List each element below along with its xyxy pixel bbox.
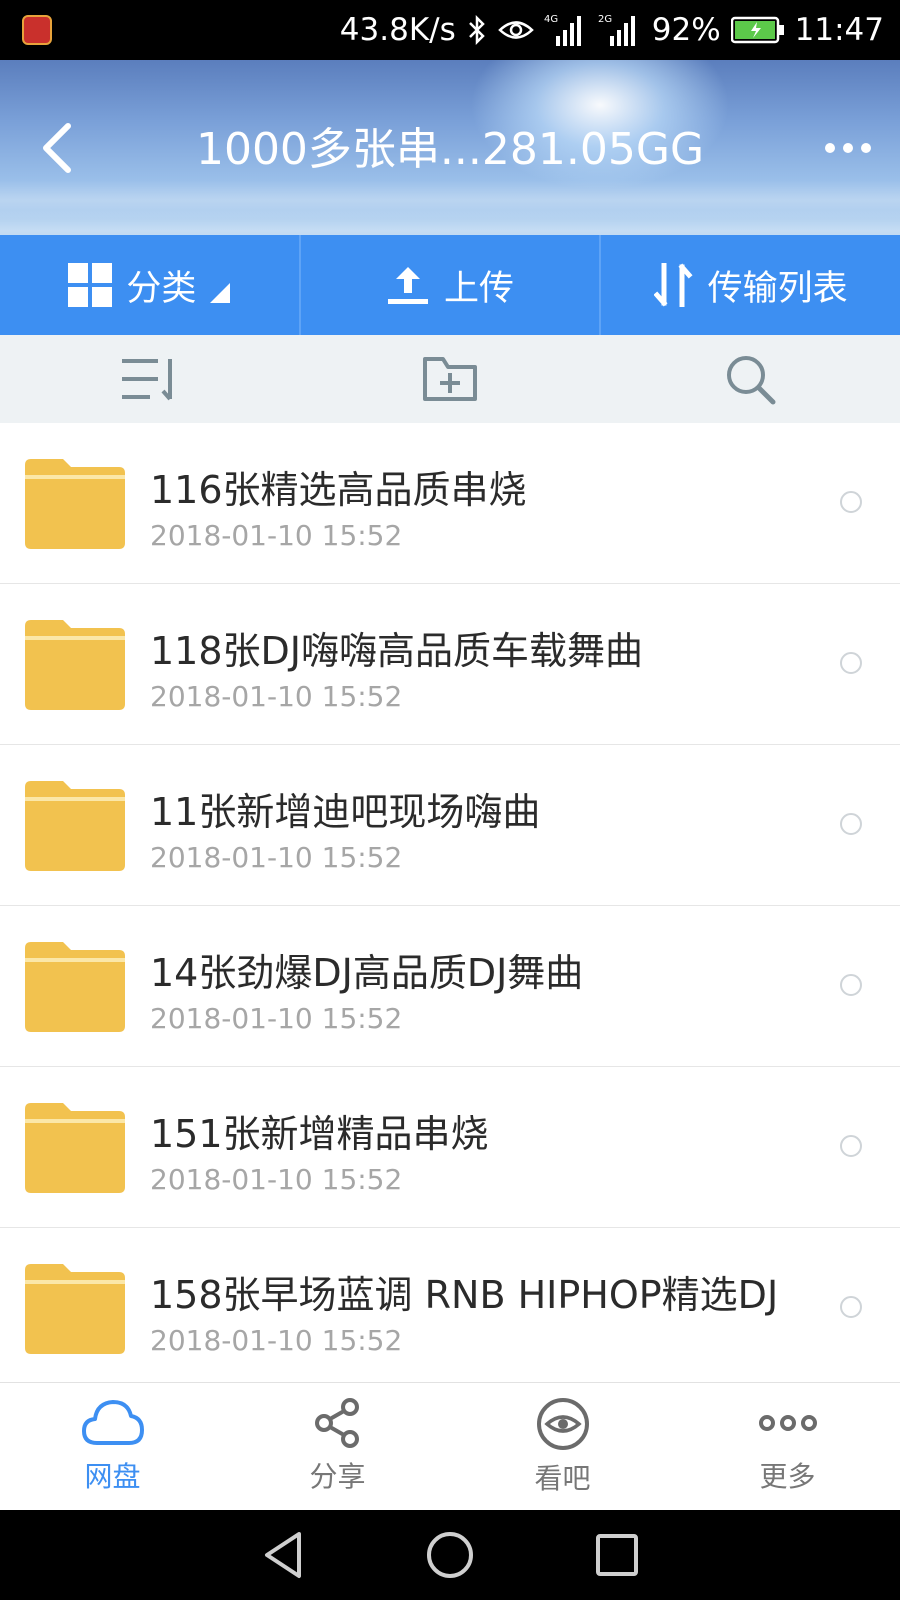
file-name: 118张DJ嗨嗨高品质车载舞曲: [150, 629, 643, 673]
network-type-2: 2G: [598, 14, 612, 25]
file-date: 2018-01-10 15:52: [150, 680, 403, 713]
nav-watch-label: 看吧: [534, 1462, 591, 1495]
transfer-list-button[interactable]: 传输列表: [601, 235, 900, 335]
back-button[interactable]: [36, 118, 86, 178]
nav-watch[interactable]: 看吧: [450, 1383, 675, 1511]
nav-share[interactable]: 分享: [225, 1383, 450, 1511]
battery-icon: [730, 16, 785, 44]
nav-share-label: 分享: [309, 1460, 366, 1493]
transfer-list-label: 传输列表: [707, 268, 848, 309]
nav-more-label: 更多: [759, 1460, 816, 1493]
category-label: 分类: [126, 268, 197, 309]
app-notification-icon: [22, 15, 52, 45]
signal-4g-icon: 4G: [544, 12, 588, 48]
sort-icon: [122, 359, 172, 401]
file-name: 116张精选高品质串烧: [150, 468, 527, 512]
file-name: 14张劲爆DJ高品质DJ舞曲: [150, 951, 584, 995]
status-bar-right: 43.8K/s 4G 2G 92% 11:47: [340, 0, 884, 60]
list-item[interactable]: 118张DJ嗨嗨高品质车载舞曲 2018-01-10 15:52: [0, 584, 900, 745]
search-icon: [727, 356, 776, 405]
folder-icon: [25, 781, 125, 871]
transfer-arrows-icon: [653, 263, 693, 307]
list-item[interactable]: 151张新增精品串烧 2018-01-10 15:52: [0, 1067, 900, 1228]
file-name: 151张新增精品串烧: [150, 1112, 489, 1156]
back-triangle-icon[interactable]: [261, 1530, 305, 1580]
list-item[interactable]: 14张劲爆DJ高品质DJ舞曲 2018-01-10 15:52: [0, 906, 900, 1067]
file-name: 11张新增迪吧现场嗨曲: [150, 790, 541, 834]
folder-icon: [25, 620, 125, 710]
signal-2g-icon: 2G: [598, 12, 642, 48]
new-folder-button[interactable]: [300, 335, 600, 423]
header-banner: 1000多张串...281.05GG: [0, 60, 900, 235]
system-navigation-bar: [0, 1510, 900, 1600]
more-options-button[interactable]: [818, 132, 878, 164]
list-item[interactable]: 116张精选高品质串烧 2018-01-10 15:52: [0, 423, 900, 584]
network-speed: 43.8K/s: [339, 12, 456, 48]
network-type-1: 4G: [544, 14, 558, 25]
more-circles-icon: [758, 1415, 817, 1431]
file-date: 2018-01-10 15:52: [150, 1163, 403, 1196]
select-checkbox[interactable]: [840, 491, 862, 513]
grid-icon: [68, 263, 113, 307]
file-date: 2018-01-10 15:52: [150, 519, 403, 552]
dropdown-triangle-icon: [210, 283, 231, 303]
more-dots-icon: [825, 143, 871, 153]
banner-wave: [0, 210, 900, 235]
upload-button[interactable]: 上传: [301, 235, 602, 335]
action-bar: [0, 335, 900, 423]
main-toolbar: 分类 上传 传输列表: [0, 235, 900, 335]
select-checkbox[interactable]: [840, 652, 862, 674]
cloud-icon: [81, 1400, 144, 1445]
share-icon: [314, 1398, 359, 1448]
nav-netdisk-label: 网盘: [84, 1460, 141, 1493]
bluetooth-icon: [466, 15, 488, 45]
eye-icon: [536, 1398, 589, 1450]
category-button[interactable]: 分类: [0, 235, 301, 335]
new-folder-icon: [423, 357, 477, 401]
nav-more[interactable]: 更多: [675, 1383, 900, 1511]
status-bar: 43.8K/s 4G 2G 92% 11:47: [0, 0, 900, 60]
clock: 11:47: [794, 12, 884, 48]
bottom-navigation: 网盘 分享 看吧 更多: [0, 1382, 900, 1511]
folder-icon: [25, 459, 125, 549]
upload-label: 上传: [444, 268, 515, 309]
folder-icon: [25, 1103, 125, 1193]
eye-care-icon: [497, 17, 534, 43]
sort-button[interactable]: [0, 335, 300, 423]
file-date: 2018-01-10 15:52: [150, 841, 403, 874]
file-list: 116张精选高品质串烧 2018-01-10 15:52 118张DJ嗨嗨高品质…: [0, 423, 900, 1388]
nav-netdisk[interactable]: 网盘: [0, 1383, 225, 1511]
folder-icon: [25, 1264, 125, 1354]
battery-percent: 92%: [651, 12, 721, 48]
file-name: 158张早场蓝调 RNB HIPHOP精选DJ: [150, 1273, 779, 1317]
select-checkbox[interactable]: [840, 1135, 862, 1157]
upload-icon: [388, 267, 428, 304]
list-item[interactable]: 11张新增迪吧现场嗨曲 2018-01-10 15:52: [0, 745, 900, 906]
file-date: 2018-01-10 15:52: [150, 1324, 403, 1357]
recents-square-icon[interactable]: [595, 1533, 639, 1577]
select-checkbox[interactable]: [840, 813, 862, 835]
select-checkbox[interactable]: [840, 1296, 862, 1318]
folder-icon: [25, 942, 125, 1032]
search-button[interactable]: [600, 335, 900, 423]
page-title: 1000多张串...281.05GG: [195, 124, 705, 175]
home-circle-icon[interactable]: [425, 1530, 475, 1580]
select-checkbox[interactable]: [840, 974, 862, 996]
file-date: 2018-01-10 15:52: [150, 1002, 403, 1035]
list-item[interactable]: 158张早场蓝调 RNB HIPHOP精选DJ 2018-01-10 15:52: [0, 1228, 900, 1388]
chevron-left-icon: [43, 123, 71, 173]
